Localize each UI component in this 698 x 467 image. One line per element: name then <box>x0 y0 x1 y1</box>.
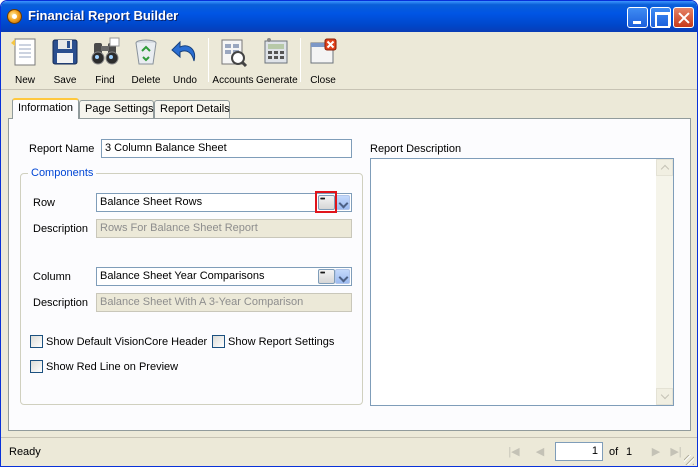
title-bar[interactable]: Financial Report Builder <box>1 1 697 32</box>
save-button[interactable]: Save <box>47 35 83 88</box>
components-group-title: Components <box>28 167 97 179</box>
resize-grip[interactable] <box>684 455 694 465</box>
tab-report-details[interactable]: Report Details <box>154 100 230 118</box>
accounts-icon <box>221 39 248 67</box>
find-button[interactable]: Find <box>87 35 123 88</box>
close-window-icon <box>310 38 337 64</box>
toolbar-separator <box>300 38 301 82</box>
close-window-button[interactable] <box>673 7 694 28</box>
app-icon <box>7 9 22 24</box>
row-description-field: Rows For Balance Sheet Report <box>96 219 352 238</box>
row-dropdown-button[interactable] <box>335 195 350 210</box>
maximize-button[interactable] <box>650 7 671 28</box>
find-label: Find <box>95 75 115 86</box>
tab-information[interactable]: Information <box>12 98 79 119</box>
scroll-up-arrow-icon[interactable] <box>656 159 673 176</box>
generate-label: Generate <box>256 75 298 86</box>
application-window: Financial Report Builder New Save Find D… <box>0 0 698 467</box>
page-total: 1 <box>626 446 633 458</box>
binoculars-icon <box>91 37 120 65</box>
close-label: Close <box>310 75 336 86</box>
description-scrollbar[interactable] <box>656 159 673 405</box>
tab-page-settings[interactable]: Page Settings <box>79 100 154 118</box>
column-label: Column <box>33 271 71 283</box>
new-button[interactable]: New <box>7 35 43 88</box>
column-combobox-value: Balance Sheet Year Comparisons <box>100 270 265 282</box>
page-of-label: of <box>609 446 619 458</box>
status-text: Ready <box>9 446 41 458</box>
recycle-bin-icon <box>135 39 157 65</box>
undo-button[interactable]: Undo <box>167 35 203 88</box>
column-dropdown-button[interactable] <box>335 269 350 284</box>
report-name-label: Report Name <box>29 143 95 155</box>
row-combobox[interactable]: Balance Sheet Rows <box>96 193 352 212</box>
report-name-input[interactable]: 3 Column Balance Sheet <box>101 139 352 158</box>
status-bar: Ready |◀ ◀ 1 of 1 ▶ ▶| <box>1 437 697 466</box>
floppy-disk-icon <box>52 39 78 65</box>
delete-button[interactable]: Delete <box>128 35 164 88</box>
show-settings-label[interactable]: Show Report Settings <box>228 336 334 348</box>
row-description-label: Description <box>33 223 89 235</box>
column-browse-button[interactable] <box>318 269 335 284</box>
row-label: Row <box>33 197 56 209</box>
first-page-icon[interactable]: |◀ <box>505 443 523 461</box>
generate-button[interactable]: Generate <box>256 35 298 88</box>
column-combobox[interactable]: Balance Sheet Year Comparisons <box>96 267 352 286</box>
report-description-textarea[interactable] <box>370 158 674 406</box>
show-red-line-checkbox[interactable] <box>30 360 43 373</box>
new-label: New <box>14 75 35 86</box>
calculator-icon <box>264 38 288 64</box>
column-description-label: Description <box>33 297 89 309</box>
report-description-label: Report Description <box>370 143 462 155</box>
minimize-button[interactable] <box>627 7 648 28</box>
delete-label: Delete <box>131 75 161 86</box>
row-browse-highlight <box>315 191 337 213</box>
last-page-icon[interactable]: ▶| <box>667 443 685 461</box>
toolbar: New Save Find Delete Undo Accounts Gener… <box>1 32 697 90</box>
page-number-input[interactable]: 1 <box>555 442 603 461</box>
accounts-label: Accounts <box>212 75 254 86</box>
undo-arrow-icon <box>171 40 196 62</box>
save-label: Save <box>53 75 77 86</box>
previous-page-icon[interactable]: ◀ <box>531 443 549 461</box>
new-document-icon <box>11 38 36 66</box>
column-description-field: Balance Sheet With A 3-Year Comparison <box>96 293 352 312</box>
show-header-checkbox[interactable] <box>30 335 43 348</box>
accounts-button[interactable]: Accounts <box>212 35 254 88</box>
show-header-label[interactable]: Show Default VisionCore Header <box>46 336 207 348</box>
close-button[interactable]: Close <box>305 35 341 88</box>
scroll-down-arrow-icon[interactable] <box>656 388 673 405</box>
show-settings-checkbox[interactable] <box>212 335 225 348</box>
undo-label: Undo <box>173 75 197 86</box>
toolbar-separator <box>208 38 209 82</box>
next-page-icon[interactable]: ▶ <box>647 443 665 461</box>
window-title: Financial Report Builder <box>28 8 179 23</box>
show-red-line-label[interactable]: Show Red Line on Preview <box>46 361 178 373</box>
row-combobox-value: Balance Sheet Rows <box>100 196 203 208</box>
